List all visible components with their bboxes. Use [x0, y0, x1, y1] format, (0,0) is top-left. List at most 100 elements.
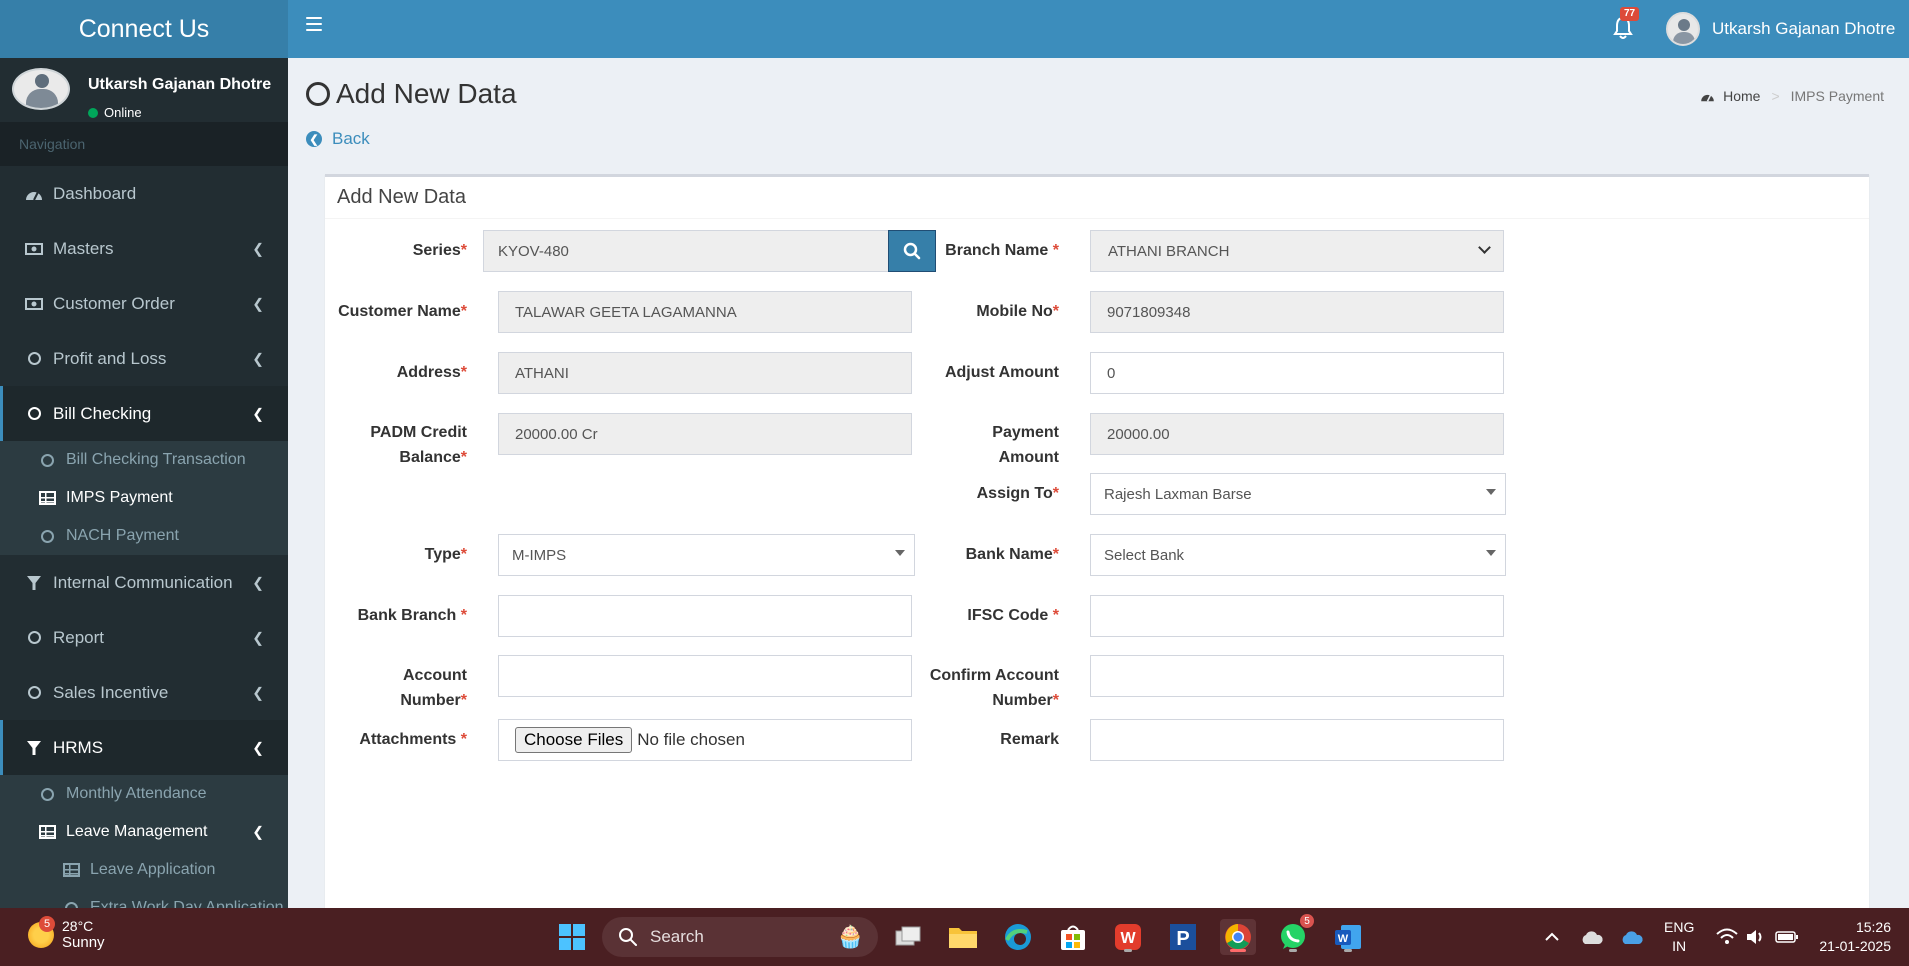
- weather-temp: 28°C: [62, 918, 94, 934]
- task-view-icon[interactable]: [890, 919, 926, 955]
- battery-icon[interactable]: [1775, 908, 1799, 966]
- remark-input[interactable]: [1090, 719, 1504, 761]
- adjust-amount-label: Adjust Amount: [944, 364, 1059, 381]
- breadcrumb-separator: >: [1771, 88, 1780, 104]
- sidebar-item-internal-communication[interactable]: Internal Communication ❮: [0, 555, 288, 610]
- series-input[interactable]: KYOV-480: [483, 230, 889, 272]
- bank-name-label: Bank Name*: [965, 546, 1059, 563]
- choose-files-button[interactable]: Choose Files: [515, 727, 633, 753]
- windows-start-icon[interactable]: [554, 919, 590, 955]
- padm-credit-balance-input[interactable]: 20000.00 Cr: [498, 413, 912, 455]
- attachments-label: Attachments *: [359, 731, 467, 748]
- back-link[interactable]: ❮ Back: [306, 129, 370, 149]
- app-logo[interactable]: Connect Us: [0, 0, 288, 58]
- sidebar-item-leave-application[interactable]: Leave Application: [0, 851, 288, 889]
- microsoft-store-icon[interactable]: [1055, 919, 1091, 955]
- sidebar-item-dashboard[interactable]: Dashboard: [0, 166, 288, 221]
- whatsapp-icon[interactable]: 5: [1275, 913, 1315, 955]
- customer-name-input[interactable]: TALAWAR GEETA LAGAMANNA: [498, 291, 912, 333]
- confirm-account-number-input[interactable]: [1090, 655, 1504, 697]
- payment-amount-input[interactable]: 20000.00: [1090, 413, 1504, 455]
- language-indicator[interactable]: ENG IN: [1664, 918, 1694, 956]
- sidebar-item-label: IMPS Payment: [66, 489, 173, 506]
- taskbar-search-label: Search: [650, 927, 704, 946]
- circle-icon: [25, 405, 43, 423]
- account-number-input[interactable]: [498, 655, 912, 697]
- tray-chevron-up-icon[interactable]: [1545, 908, 1559, 966]
- svg-text:P: P: [1176, 928, 1189, 950]
- adjust-amount-input[interactable]: 0: [1090, 352, 1504, 394]
- wps-office-icon[interactable]: W: [1110, 919, 1146, 955]
- sidebar-item-bill-checking[interactable]: Bill Checking ❮: [0, 386, 288, 441]
- svg-text:W: W: [1338, 933, 1349, 945]
- breadcrumb-home-label: Home: [1723, 88, 1761, 104]
- sidebar-item-customer-order[interactable]: Customer Order ❮: [0, 276, 288, 331]
- system-clock[interactable]: 15:26 21-01-2025: [1819, 918, 1891, 956]
- p-app-icon[interactable]: P: [1165, 919, 1201, 955]
- edge-browser-icon[interactable]: [1000, 919, 1036, 955]
- avatar: [12, 68, 70, 110]
- online-status: Online: [88, 105, 142, 120]
- weather-desc: Sunny: [62, 934, 105, 951]
- type-select[interactable]: M-IMPS: [498, 534, 915, 576]
- circle-icon: [25, 350, 43, 368]
- assign-to-select[interactable]: Rajesh Laxman Barse: [1090, 473, 1506, 515]
- volume-icon[interactable]: [1745, 908, 1765, 966]
- onedrive-business-icon[interactable]: [1620, 908, 1644, 966]
- table-icon: [38, 489, 56, 507]
- language-code: ENG: [1664, 919, 1695, 935]
- dashboard-icon: [25, 185, 43, 203]
- wifi-icon[interactable]: [1716, 908, 1738, 966]
- sidebar-item-imps-payment[interactable]: IMPS Payment: [0, 479, 288, 517]
- mobile-no-input[interactable]: 9071809348: [1090, 291, 1504, 333]
- address-label: Address*: [396, 364, 467, 381]
- sidebar-item-label: Dashboard: [53, 183, 137, 203]
- sidebar-item-masters[interactable]: Masters ❮: [0, 221, 288, 276]
- online-dot-icon: [88, 107, 98, 118]
- weather-badge: 5: [39, 916, 55, 932]
- sidebar-item-extra-work-day-application[interactable]: Extra Work Day Application: [0, 889, 288, 908]
- bank-branch-input[interactable]: [498, 595, 912, 637]
- table-icon: [62, 861, 80, 879]
- sidebar-item-hrms[interactable]: HRMS ❮: [0, 720, 288, 775]
- chrome-browser-icon[interactable]: [1220, 919, 1256, 955]
- sidebar-item-label: Customer Order: [53, 293, 175, 313]
- payment-amount-label: Payment Amount: [992, 424, 1059, 466]
- address-input[interactable]: ATHANI: [498, 352, 912, 394]
- ifsc-code-input[interactable]: [1090, 595, 1504, 637]
- attachments-file-input[interactable]: Choose Files No file chosen: [498, 719, 912, 761]
- chevron-left-icon: ❮: [252, 240, 264, 256]
- sidebar-item-label: Extra Work Day Application: [90, 899, 284, 908]
- sidebar-item-label: Monthly Attendance: [66, 785, 207, 802]
- breadcrumb: Home > IMPS Payment: [1700, 88, 1884, 104]
- branch-name-select[interactable]: ATHANI BRANCH: [1090, 230, 1504, 272]
- user-panel: Utkarsh Gajanan Dhotre Online: [0, 58, 288, 122]
- sidebar-item-monthly-attendance[interactable]: Monthly Attendance: [0, 775, 288, 813]
- sidebar-item-bill-checking-transaction[interactable]: Bill Checking Transaction: [0, 441, 288, 479]
- chevron-down-icon: ❮: [252, 739, 264, 755]
- onedrive-icon[interactable]: [1580, 908, 1604, 966]
- sidebar-item-label: Bill Checking Transaction: [66, 451, 246, 468]
- sidebar-toggle-icon[interactable]: [306, 17, 322, 31]
- chevron-left-icon: ❮: [252, 684, 264, 700]
- bank-name-select[interactable]: Select Bank: [1090, 534, 1506, 576]
- sidebar-item-label: Profit and Loss: [53, 348, 167, 368]
- circle-icon: [62, 899, 80, 908]
- word-icon[interactable]: W: [1330, 919, 1366, 955]
- file-explorer-icon[interactable]: [945, 919, 981, 955]
- user-name: Utkarsh Gajanan Dhotre: [1712, 19, 1896, 38]
- svg-text:W: W: [1120, 930, 1136, 947]
- sidebar-item-report[interactable]: Report ❮: [0, 610, 288, 665]
- breadcrumb-home[interactable]: Home: [1700, 88, 1760, 104]
- sidebar-item-profit-and-loss[interactable]: Profit and Loss ❮: [0, 331, 288, 386]
- status-text: Online: [104, 105, 142, 120]
- sidebar-item-sales-incentive[interactable]: Sales Incentive ❮: [0, 665, 288, 720]
- sidebar-item-leave-management[interactable]: Leave Management ❮: [0, 813, 288, 851]
- form-box: Add New Data Series* KYOV-480 Branch Nam…: [325, 174, 1869, 934]
- taskbar-search[interactable]: Search 🧁: [602, 917, 878, 957]
- sidebar-item-label: Bill Checking: [53, 403, 152, 423]
- circle-icon: [38, 527, 56, 545]
- search-icon: [903, 242, 921, 260]
- sidebar-item-nach-payment[interactable]: NACH Payment: [0, 517, 288, 555]
- user-menu[interactable]: Utkarsh Gajanan Dhotre: [1666, 0, 1895, 58]
